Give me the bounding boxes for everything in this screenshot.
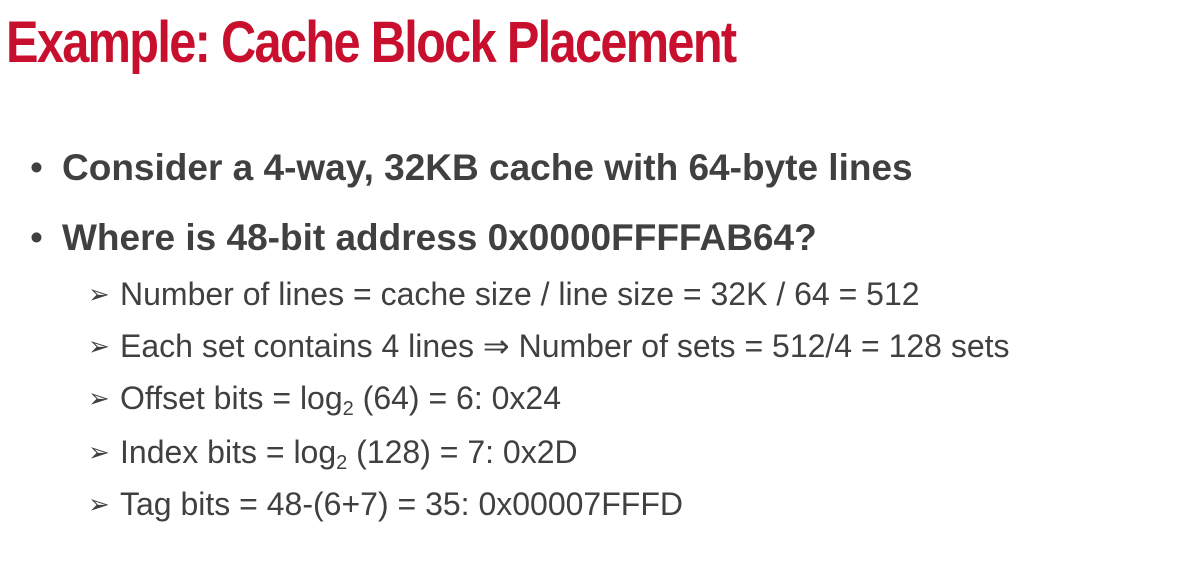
arrow-bullet-icon: ➢ [88, 437, 110, 467]
bullet-item: • Where is 48-bit address 0x0000FFFFAB64? [30, 216, 817, 260]
sub-item-text: Each set contains 4 lines ⇒ Number of se… [120, 328, 1010, 364]
sub-item-text: Tag bits = 48-(6+7) = 35: 0x00007FFFD [120, 486, 683, 522]
bullet-dot-icon: • [30, 147, 43, 188]
arrow-bullet-icon: ➢ [88, 331, 110, 361]
bullet-text: Consider a 4-way, 32KB cache with 64-byt… [62, 147, 913, 188]
arrow-bullet-icon: ➢ [88, 383, 110, 413]
sub-item-text: (128) = 7: 0x2D [347, 434, 578, 470]
arrow-bullet-icon: ➢ [88, 489, 110, 519]
slide: Example: Cache Block Placement • Consider… [0, 0, 1199, 568]
subscript: 2 [342, 398, 354, 420]
bullet-item: • Consider a 4-way, 32KB cache with 64-by… [30, 146, 913, 190]
sub-item-text: (64) = 6: 0x24 [353, 380, 561, 416]
sub-item-lines: ➢ Number of lines = cache size / line siz… [88, 274, 920, 314]
sub-item-text: Index bits = log [120, 434, 337, 470]
sub-item-tag: ➢ Tag bits = 48-(6+7) = 35: 0x00007FFFD [88, 484, 683, 524]
sub-item-index: ➢ Index bits = log2 (128) = 7: 0x2D [88, 432, 578, 474]
bullet-text: Where is 48-bit address 0x0000FFFFAB64? [62, 217, 817, 258]
subscript: 2 [336, 452, 348, 474]
slide-title: Example: Cache Block Placement [6, 10, 737, 75]
bullet-dot-icon: • [30, 217, 43, 258]
arrow-bullet-icon: ➢ [88, 279, 110, 309]
sub-item-text: Number of lines = cache size / line size… [120, 276, 920, 312]
sub-item-offset: ➢ Offset bits = log2 (64) = 6: 0x24 [88, 378, 561, 420]
sub-item-text: Offset bits = log [120, 380, 343, 416]
sub-item-sets: ➢ Each set contains 4 lines ⇒ Number of s… [88, 326, 1010, 366]
